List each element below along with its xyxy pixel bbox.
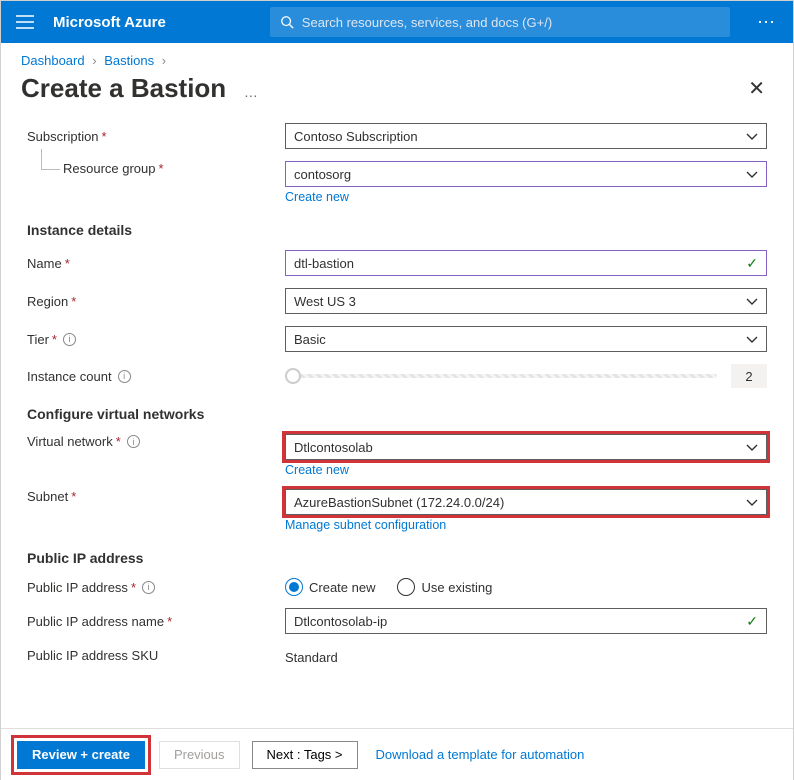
radio-create-new[interactable]: Create new	[285, 578, 375, 596]
breadcrumb-bastions[interactable]: Bastions	[104, 53, 154, 68]
search-input[interactable]	[302, 15, 720, 30]
label-public-ip-sku: Public IP address SKU	[27, 648, 158, 663]
chevron-down-icon	[746, 129, 758, 144]
chevron-down-icon	[746, 495, 758, 510]
review-create-button[interactable]: Review + create	[17, 741, 145, 769]
hamburger-menu[interactable]	[11, 8, 39, 36]
chevron-right-icon: ›	[92, 53, 96, 68]
label-resource-group: Resource group	[63, 161, 156, 176]
info-icon[interactable]: i	[127, 435, 140, 448]
overflow-menu[interactable]: ⋯	[751, 12, 783, 33]
label-subnet: Subnet	[27, 489, 68, 504]
chevron-right-icon: ›	[162, 53, 166, 68]
brand-label: Microsoft Azure	[53, 14, 166, 31]
subscription-value: Contoso Subscription	[294, 129, 418, 144]
section-configure-vnet: Configure virtual networks	[27, 406, 767, 422]
breadcrumb-dashboard[interactable]: Dashboard	[21, 53, 85, 68]
region-select[interactable]: West US 3	[285, 288, 767, 314]
instance-count-value: 2	[731, 364, 767, 388]
name-value: dtl-bastion	[294, 256, 354, 271]
radio-icon	[285, 578, 303, 596]
region-value: West US 3	[294, 294, 356, 309]
label-tier: Tier	[27, 332, 49, 347]
info-icon[interactable]: i	[142, 581, 155, 594]
subnet-select[interactable]: AzureBastionSubnet (172.24.0.0/24)	[285, 489, 767, 515]
chevron-down-icon	[746, 332, 758, 347]
public-ip-sku-value: Standard	[285, 646, 767, 665]
manage-subnet-link[interactable]: Manage subnet configuration	[285, 518, 446, 532]
chevron-down-icon	[746, 167, 758, 182]
label-public-ip-name: Public IP address name	[27, 614, 164, 629]
previous-button: Previous	[159, 741, 240, 769]
page-title: Create a Bastion	[21, 73, 226, 103]
section-instance-details: Instance details	[27, 222, 767, 238]
label-region: Region	[27, 294, 68, 309]
radio-icon	[397, 578, 415, 596]
chevron-down-icon	[746, 440, 758, 455]
search-icon	[280, 15, 294, 29]
info-icon[interactable]: i	[118, 370, 131, 383]
public-ip-name-value: Dtlcontosolab-ip	[294, 614, 387, 629]
tier-select[interactable]: Basic	[285, 326, 767, 352]
label-subscription: Subscription	[27, 129, 99, 144]
create-new-rg-link[interactable]: Create new	[285, 190, 349, 204]
create-new-vnet-link[interactable]: Create new	[285, 463, 349, 477]
vnet-value: Dtlcontosolab	[294, 440, 373, 455]
label-instance-count: Instance count	[27, 369, 112, 384]
label-public-ip: Public IP address	[27, 580, 128, 595]
page-actions-menu[interactable]: …	[244, 84, 260, 100]
subnet-value: AzureBastionSubnet (172.24.0.0/24)	[294, 495, 504, 510]
global-search[interactable]	[270, 7, 730, 37]
radio-create-new-label: Create new	[309, 580, 375, 595]
close-button[interactable]: ✕	[740, 72, 773, 105]
section-public-ip: Public IP address	[27, 550, 767, 566]
next-button[interactable]: Next : Tags >	[252, 741, 358, 769]
chevron-down-icon	[746, 294, 758, 309]
info-icon[interactable]: i	[63, 333, 76, 346]
vnet-select[interactable]: Dtlcontosolab	[285, 434, 767, 460]
resource-group-select[interactable]: contosorg	[285, 161, 767, 187]
download-template-link[interactable]: Download a template for automation	[376, 747, 585, 762]
name-input[interactable]: dtl-bastion	[285, 250, 767, 276]
label-name: Name	[27, 256, 62, 271]
radio-use-existing-label: Use existing	[421, 580, 492, 595]
slider-thumb[interactable]	[285, 368, 301, 384]
subscription-select[interactable]: Contoso Subscription	[285, 123, 767, 149]
resource-group-value: contosorg	[294, 167, 351, 182]
radio-use-existing[interactable]: Use existing	[397, 578, 492, 596]
tier-value: Basic	[294, 332, 326, 347]
breadcrumb: Dashboard › Bastions ›	[1, 43, 793, 72]
instance-count-slider[interactable]	[285, 374, 717, 378]
public-ip-name-input[interactable]: Dtlcontosolab-ip	[285, 608, 767, 634]
label-vnet: Virtual network	[27, 434, 113, 449]
